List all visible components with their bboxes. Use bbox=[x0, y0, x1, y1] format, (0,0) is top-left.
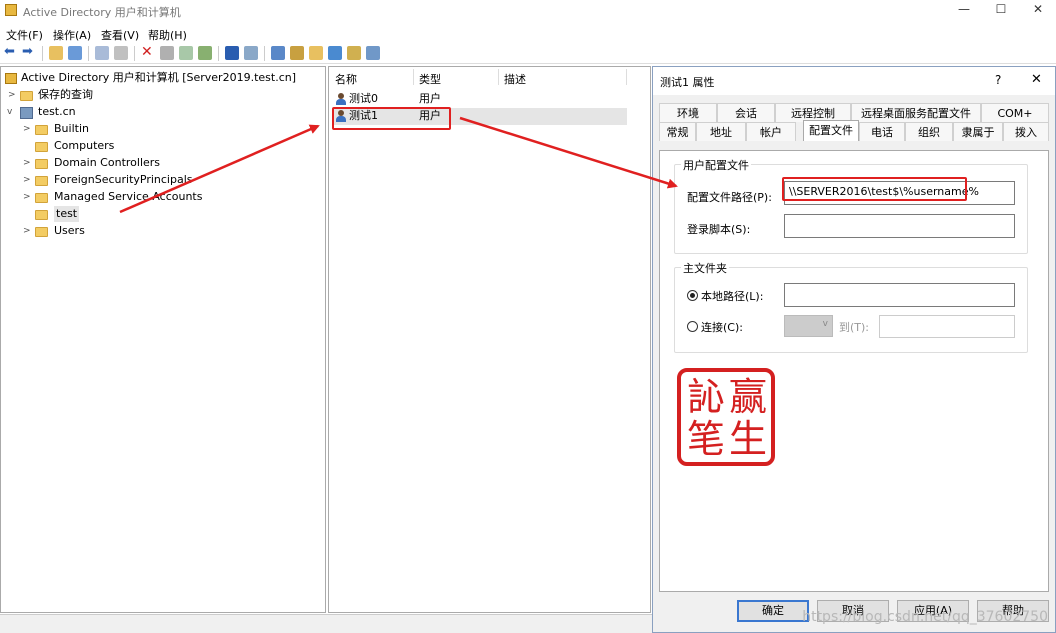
annotation-arrows bbox=[119, 116, 678, 214]
tab-profile[interactable]: 配置文件 bbox=[803, 120, 859, 141]
arrow-to-user bbox=[119, 124, 320, 214]
watermark: https://blog.csdn.net/qq_37602750 bbox=[802, 609, 1048, 625]
arrow-to-profile-path bbox=[459, 116, 678, 189]
